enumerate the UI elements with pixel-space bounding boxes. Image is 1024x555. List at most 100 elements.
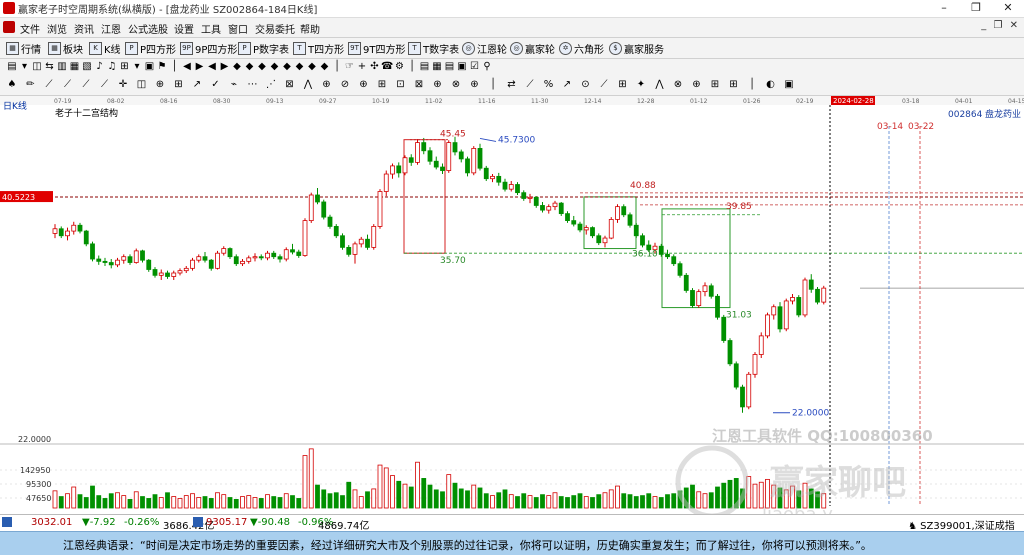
tb1-tool-14-icon[interactable]: ◀ [181,61,193,73]
tb1-tool-23-icon[interactable]: ◆ [294,61,306,73]
tb1-tool-4-icon[interactable]: ▥ [56,61,68,73]
tb1-tool-8-icon[interactable]: ♫ [106,61,118,73]
close-button[interactable]: ✕ [992,0,1024,17]
tb2-tool-20-icon[interactable]: ⊞ [376,79,388,91]
tb1-tool-6-icon[interactable]: ▧ [81,61,93,73]
tb1-tool-19-icon[interactable]: ◆ [244,61,256,73]
menu-gann[interactable]: 江恩 [101,21,121,36]
nav-t-table[interactable]: T T数字表 [408,41,459,56]
tb2-tool-10-icon[interactable]: ↗ [191,79,203,91]
tb2-tool-33-icon[interactable]: ⊞ [617,79,629,91]
tb1-tool-10-icon[interactable]: ▾ [131,61,143,73]
tb2-tool-27-icon[interactable]: ⇄ [506,79,518,91]
tb1-tool-32-icon[interactable]: │ [406,61,418,73]
tb2-tool-3-icon[interactable]: ⟋ [62,79,74,91]
mdi-controls[interactable]: _ ❐ ✕ [981,20,1020,31]
tb1-tool-29-icon[interactable]: ✣ [369,61,381,73]
chart-area[interactable]: 07-19 08-02 08-16 08-30 09-13 09-27 10-19 11-02… [0,96,1024,525]
tb1-tool-26-icon[interactable]: │ [331,61,343,73]
tb2-tool-11-icon[interactable]: ✓ [210,79,222,91]
tb1-tool-11-icon[interactable]: ▣ [144,61,156,73]
tb2-tool-39-icon[interactable]: ⊞ [728,79,740,91]
tb2-tool-6-icon[interactable]: ✛ [117,79,129,91]
tb1-tool-3-icon[interactable]: ⇆ [44,61,56,73]
tb2-tool-16-icon[interactable]: ⋀ [302,79,314,91]
tb2-tool-4-icon[interactable]: ⟋ [80,79,92,91]
tb2-tool-35-icon[interactable]: ⋀ [654,79,666,91]
tb2-tool-24-icon[interactable]: ⊗ [450,79,462,91]
tb1-tool-35-icon[interactable]: ▤ [444,61,456,73]
nav-p-table[interactable]: P P数字表 [238,41,289,56]
menu-tools[interactable]: 工具 [201,21,221,36]
tb1-tool-27-icon[interactable]: ☞ [344,61,356,73]
tb1-tool-24-icon[interactable]: ◆ [306,61,318,73]
tb2-tool-41-icon[interactable]: ◐ [765,79,777,91]
nav-winner-wheel[interactable]: ◎ 赢家轮 [510,41,555,56]
tb1-tool-22-icon[interactable]: ◆ [281,61,293,73]
tb1-tool-7-icon[interactable]: ♪ [94,61,106,73]
tb2-tool-25-icon[interactable]: ⊕ [469,79,481,91]
tb1-tool-0-icon[interactable]: ▤ [6,61,18,73]
tb2-tool-37-icon[interactable]: ⊕ [691,79,703,91]
tb2-tool-36-icon[interactable]: ⊗ [672,79,684,91]
tb1-tool-31-icon[interactable]: ⚙ [394,61,406,73]
tb2-tool-0-icon[interactable]: ♠ [6,79,18,91]
nav-t-square[interactable]: T T四方形 [293,41,344,56]
tb1-tool-33-icon[interactable]: ▤ [419,61,431,73]
nav-9p-square[interactable]: 9P 9P四方形 [180,41,237,56]
tb2-tool-23-icon[interactable]: ⊕ [432,79,444,91]
kline-chart[interactable]: 07-19 08-02 08-16 08-30 09-13 09-27 10-19 11-02… [0,96,1024,525]
menu-window[interactable]: 窗口 [228,21,248,36]
tb2-tool-15-icon[interactable]: ⊠ [284,79,296,91]
tb2-tool-17-icon[interactable]: ⊕ [321,79,333,91]
status-index-code[interactable]: ♞ SZ399001,深证成指 [908,517,1015,532]
tb1-tool-17-icon[interactable]: ▶ [219,61,231,73]
nav-kline[interactable]: K K线 [89,41,121,56]
tb2-tool-26-icon[interactable]: │ [487,79,499,91]
tb2-tool-19-icon[interactable]: ⊕ [358,79,370,91]
tb1-tool-38-icon[interactable]: ⚲ [481,61,493,73]
menu-file[interactable]: 文件 [20,21,40,36]
tb1-tool-30-icon[interactable]: ☎ [381,61,393,73]
tb2-tool-7-icon[interactable]: ◫ [136,79,148,91]
tb1-tool-2-icon[interactable]: ◫ [31,61,43,73]
menu-formula-picker[interactable]: 公式选股 [128,21,168,36]
menu-settings[interactable]: 设置 [174,21,194,36]
tb2-tool-8-icon[interactable]: ⊕ [154,79,166,91]
nav-9t-square[interactable]: 9T 9T四方形 [348,41,405,56]
tb2-tool-29-icon[interactable]: % [543,79,555,91]
nav-service[interactable]: $ 赢家服务 [609,41,664,56]
tb2-tool-42-icon[interactable]: ▣ [783,79,795,91]
tb2-tool-18-icon[interactable]: ⊘ [339,79,351,91]
tb1-tool-21-icon[interactable]: ◆ [269,61,281,73]
menu-info[interactable]: 资讯 [74,21,94,36]
tb2-tool-28-icon[interactable]: ⟋ [524,79,536,91]
tb2-tool-13-icon[interactable]: ⋯ [247,79,259,91]
tb1-tool-15-icon[interactable]: ▶ [194,61,206,73]
tb1-tool-12-icon[interactable]: ⚑ [156,61,168,73]
nav-p-square[interactable]: P P四方形 [125,41,176,56]
tb1-tool-25-icon[interactable]: ◆ [319,61,331,73]
tb2-tool-22-icon[interactable]: ⊠ [413,79,425,91]
tb1-tool-1-icon[interactable]: ▾ [19,61,31,73]
tb2-tool-40-icon[interactable]: │ [746,79,758,91]
tb1-tool-18-icon[interactable]: ◆ [231,61,243,73]
tb2-tool-5-icon[interactable]: ⟋ [99,79,111,91]
tb2-tool-9-icon[interactable]: ⊞ [173,79,185,91]
tb1-tool-37-icon[interactable]: ☑ [469,61,481,73]
tb1-tool-9-icon[interactable]: ⊞ [119,61,131,73]
tb1-tool-13-icon[interactable]: │ [169,61,181,73]
nav-hexagon[interactable]: ✡ 六角形 [559,41,604,56]
tb2-tool-12-icon[interactable]: ⌁ [228,79,240,91]
tb1-tool-20-icon[interactable]: ◆ [256,61,268,73]
menu-trade[interactable]: 交易委托 [255,21,295,36]
nav-sectors[interactable]: ▦ 板块 [48,41,83,56]
tb2-tool-21-icon[interactable]: ⊡ [395,79,407,91]
tb2-tool-32-icon[interactable]: ⟋ [598,79,610,91]
nav-quotes[interactable]: ▦ 行情 [6,41,41,56]
tb2-tool-1-icon[interactable]: ✏ [25,79,37,91]
menu-browse[interactable]: 浏览 [47,21,67,36]
tb1-tool-16-icon[interactable]: ◀ [206,61,218,73]
tb2-tool-30-icon[interactable]: ↗ [561,79,573,91]
tb2-tool-34-icon[interactable]: ✦ [635,79,647,91]
